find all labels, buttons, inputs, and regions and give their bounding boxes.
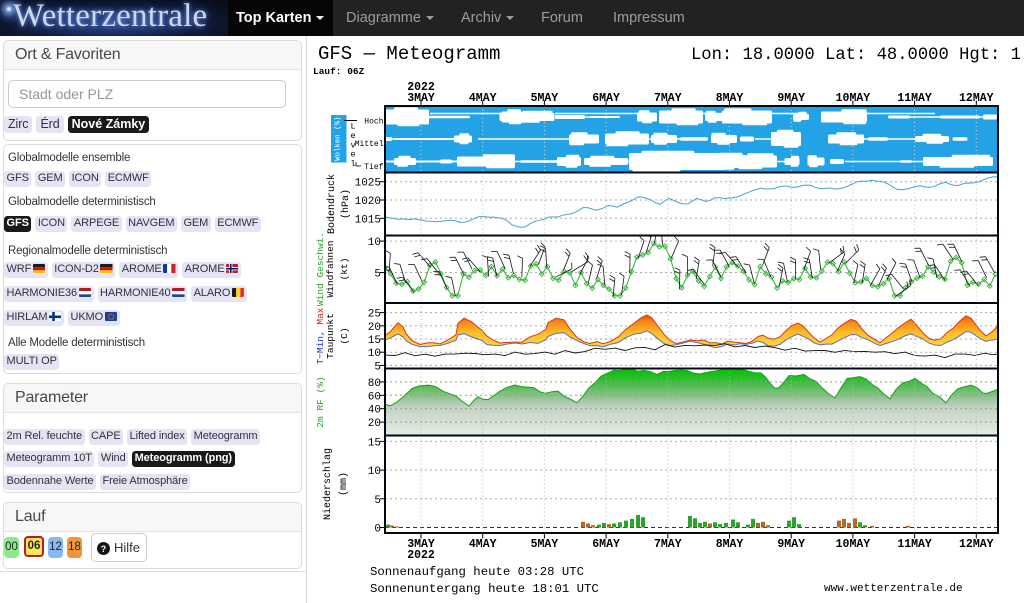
svg-text:15: 15 — [368, 437, 381, 449]
svg-text:Lauf: 06Z: Lauf: 06Z — [313, 66, 365, 77]
svg-text:GFS — Meteogramm: GFS — Meteogramm — [318, 43, 500, 65]
svg-text:Sonnenuntergang heute 18:01 UT: Sonnenuntergang heute 18:01 UTC — [370, 582, 599, 596]
svg-text:12MAY: 12MAY — [959, 538, 994, 551]
svg-text:40: 40 — [368, 405, 381, 417]
svg-text:5: 5 — [374, 269, 381, 281]
svg-text:9MAY: 9MAY — [777, 538, 805, 551]
svg-text:2022: 2022 — [407, 549, 435, 562]
svg-text:2022: 2022 — [407, 81, 435, 94]
svg-text:Hoch: Hoch — [364, 118, 383, 127]
svg-text:(kt): (kt) — [339, 258, 350, 281]
svg-text:1025: 1025 — [355, 178, 381, 190]
svg-text:80: 80 — [368, 378, 381, 390]
svg-text:(hPa): (hPa) — [340, 189, 352, 219]
svg-text:Mittel: Mittel — [355, 140, 384, 149]
svg-text:2m RF (%): 2m RF (%) — [315, 376, 326, 427]
svg-text:11MAY: 11MAY — [897, 538, 932, 551]
svg-text:5: 5 — [374, 495, 381, 507]
svg-text:10: 10 — [368, 466, 381, 478]
svg-text:Sonnenaufgang heute 03:28 UTC: Sonnenaufgang heute 03:28 UTC — [370, 565, 584, 579]
svg-text:(mm): (mm) — [338, 472, 350, 496]
svg-text:20: 20 — [368, 322, 381, 334]
svg-text:10: 10 — [368, 348, 381, 360]
svg-text:Tief: Tief — [364, 163, 383, 172]
svg-text:60: 60 — [368, 391, 381, 403]
svg-text:www.wetterzentrale.de: www.wetterzentrale.de — [824, 583, 963, 595]
svg-text:Niederschlag: Niederschlag — [322, 448, 334, 520]
svg-text:Bodendruck: Bodendruck — [326, 174, 338, 234]
svg-text:5: 5 — [374, 361, 381, 373]
svg-text:7MAY: 7MAY — [654, 538, 682, 551]
svg-text:?: ? — [101, 543, 106, 553]
svg-text:Windfahnen: Windfahnen — [325, 240, 336, 297]
svg-text:4MAY: 4MAY — [469, 538, 497, 551]
svg-text:25: 25 — [368, 309, 381, 321]
svg-text:1015: 1015 — [355, 214, 381, 226]
svg-text:1020: 1020 — [355, 196, 381, 208]
svg-text:10: 10 — [368, 237, 381, 249]
svg-text:5MAY: 5MAY — [531, 538, 559, 551]
svg-text:6MAY: 6MAY — [592, 538, 620, 551]
svg-text:Wolken (%): Wolken (%) — [335, 117, 343, 161]
svg-text:l: l — [350, 159, 355, 169]
svg-text:10MAY: 10MAY — [836, 538, 871, 551]
svg-text:Taupunkt: Taupunkt — [325, 313, 336, 359]
svg-text:20: 20 — [368, 418, 381, 430]
svg-text:15: 15 — [368, 335, 381, 347]
svg-text:Lon: 18.0000 Lat: 48.0000 Hgt:: Lon: 18.0000 Lat: 48.0000 Hgt: 1 — [691, 46, 1021, 65]
svg-text:0: 0 — [374, 524, 381, 536]
svg-text:(C): (C) — [339, 327, 350, 344]
svg-text:8MAY: 8MAY — [716, 538, 744, 551]
